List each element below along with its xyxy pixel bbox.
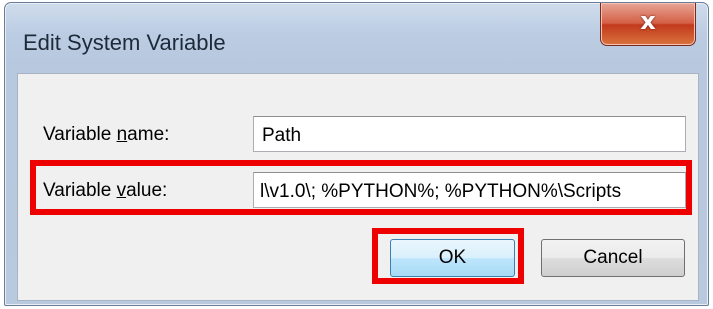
ok-button-highlight: [372, 228, 524, 284]
title-bar[interactable]: Edit System Variable x: [5, 3, 708, 73]
dialog-window: Edit System Variable x Variable name: Pa…: [4, 2, 709, 306]
close-button[interactable]: x: [600, 3, 696, 46]
variable-name-value: Path: [262, 125, 302, 146]
close-icon: x: [640, 7, 656, 35]
variable-name-accel-key: n: [116, 124, 128, 145]
cancel-button[interactable]: Cancel: [541, 239, 685, 277]
window-title: Edit System Variable: [23, 30, 226, 55]
variable-name-input[interactable]: Path: [253, 116, 686, 152]
variable-name-label: Variable name:: [43, 124, 170, 145]
value-row-highlight: [30, 160, 692, 215]
